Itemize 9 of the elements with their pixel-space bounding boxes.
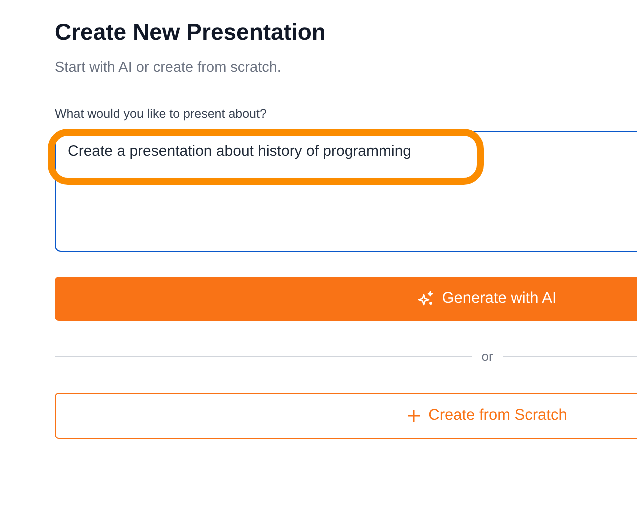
prompt-field[interactable]: Create a presentation about history of programming [55, 130, 637, 252]
page-subtitle: Start with AI or create from scratch. [55, 59, 282, 78]
plus-icon [408, 410, 420, 422]
create-from-scratch-button[interactable]: Create from Scratch [55, 393, 637, 439]
field-label: What would you like to present about? [55, 106, 268, 123]
generate-button[interactable]: Generate with AI [55, 276, 637, 320]
sparkle-icon [418, 290, 434, 306]
divider-label: or [482, 348, 494, 366]
page-title: Create New Presentation [55, 18, 327, 47]
